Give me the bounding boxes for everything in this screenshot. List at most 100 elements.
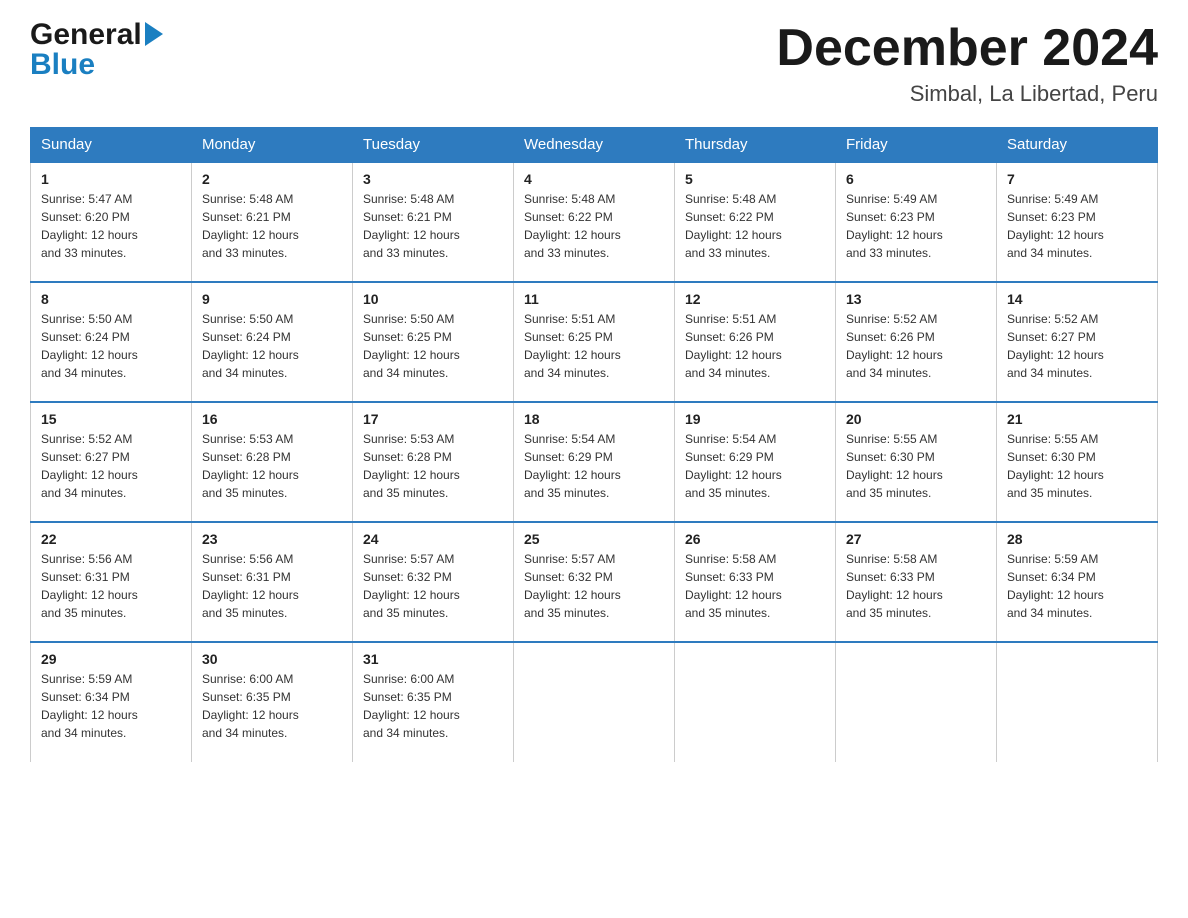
header-monday: Monday xyxy=(192,128,353,163)
day-info: Sunrise: 5:59 AM Sunset: 6:34 PM Dayligh… xyxy=(1007,550,1147,622)
calendar-day-cell: 28 Sunrise: 5:59 AM Sunset: 6:34 PM Dayl… xyxy=(997,522,1158,642)
header-sunday: Sunday xyxy=(31,128,192,163)
calendar-day-cell: 1 Sunrise: 5:47 AM Sunset: 6:20 PM Dayli… xyxy=(31,162,192,282)
day-number: 18 xyxy=(524,411,664,427)
day-info: Sunrise: 5:48 AM Sunset: 6:21 PM Dayligh… xyxy=(363,190,503,262)
calendar-day-cell: 2 Sunrise: 5:48 AM Sunset: 6:21 PM Dayli… xyxy=(192,162,353,282)
calendar-day-cell: 9 Sunrise: 5:50 AM Sunset: 6:24 PM Dayli… xyxy=(192,282,353,402)
header-tuesday: Tuesday xyxy=(353,128,514,163)
logo-triangle-icon xyxy=(145,22,163,46)
calendar-day-cell: 8 Sunrise: 5:50 AM Sunset: 6:24 PM Dayli… xyxy=(31,282,192,402)
calendar-day-cell: 20 Sunrise: 5:55 AM Sunset: 6:30 PM Dayl… xyxy=(836,402,997,522)
day-number: 16 xyxy=(202,411,342,427)
day-number: 23 xyxy=(202,531,342,547)
day-number: 28 xyxy=(1007,531,1147,547)
header-friday: Friday xyxy=(836,128,997,163)
title-block: December 2024 Simbal, La Libertad, Peru xyxy=(776,20,1158,107)
calendar-day-cell: 3 Sunrise: 5:48 AM Sunset: 6:21 PM Dayli… xyxy=(353,162,514,282)
day-number: 31 xyxy=(363,651,503,667)
day-info: Sunrise: 5:50 AM Sunset: 6:24 PM Dayligh… xyxy=(202,310,342,382)
day-number: 25 xyxy=(524,531,664,547)
day-info: Sunrise: 5:47 AM Sunset: 6:20 PM Dayligh… xyxy=(41,190,181,262)
day-number: 2 xyxy=(202,171,342,187)
day-info: Sunrise: 6:00 AM Sunset: 6:35 PM Dayligh… xyxy=(363,670,503,742)
day-info: Sunrise: 5:53 AM Sunset: 6:28 PM Dayligh… xyxy=(202,430,342,502)
logo-general-text: General xyxy=(30,20,142,50)
day-info: Sunrise: 5:55 AM Sunset: 6:30 PM Dayligh… xyxy=(846,430,986,502)
calendar-day-cell: 11 Sunrise: 5:51 AM Sunset: 6:25 PM Dayl… xyxy=(514,282,675,402)
day-number: 5 xyxy=(685,171,825,187)
day-number: 19 xyxy=(685,411,825,427)
calendar-day-cell: 14 Sunrise: 5:52 AM Sunset: 6:27 PM Dayl… xyxy=(997,282,1158,402)
day-number: 6 xyxy=(846,171,986,187)
day-info: Sunrise: 5:57 AM Sunset: 6:32 PM Dayligh… xyxy=(524,550,664,622)
calendar-day-cell: 19 Sunrise: 5:54 AM Sunset: 6:29 PM Dayl… xyxy=(675,402,836,522)
calendar-day-cell xyxy=(675,642,836,762)
day-number: 15 xyxy=(41,411,181,427)
day-number: 10 xyxy=(363,291,503,307)
calendar-day-cell: 29 Sunrise: 5:59 AM Sunset: 6:34 PM Dayl… xyxy=(31,642,192,762)
calendar-day-cell: 26 Sunrise: 5:58 AM Sunset: 6:33 PM Dayl… xyxy=(675,522,836,642)
day-number: 7 xyxy=(1007,171,1147,187)
day-info: Sunrise: 5:48 AM Sunset: 6:22 PM Dayligh… xyxy=(524,190,664,262)
calendar-day-cell: 10 Sunrise: 5:50 AM Sunset: 6:25 PM Dayl… xyxy=(353,282,514,402)
calendar-week-row: 22 Sunrise: 5:56 AM Sunset: 6:31 PM Dayl… xyxy=(31,522,1158,642)
day-number: 12 xyxy=(685,291,825,307)
day-info: Sunrise: 5:48 AM Sunset: 6:21 PM Dayligh… xyxy=(202,190,342,262)
day-info: Sunrise: 5:52 AM Sunset: 6:26 PM Dayligh… xyxy=(846,310,986,382)
calendar-table: Sunday Monday Tuesday Wednesday Thursday… xyxy=(30,127,1158,762)
day-info: Sunrise: 5:52 AM Sunset: 6:27 PM Dayligh… xyxy=(1007,310,1147,382)
day-info: Sunrise: 5:49 AM Sunset: 6:23 PM Dayligh… xyxy=(1007,190,1147,262)
day-number: 27 xyxy=(846,531,986,547)
day-info: Sunrise: 5:56 AM Sunset: 6:31 PM Dayligh… xyxy=(202,550,342,622)
day-info: Sunrise: 5:54 AM Sunset: 6:29 PM Dayligh… xyxy=(524,430,664,502)
calendar-day-cell: 5 Sunrise: 5:48 AM Sunset: 6:22 PM Dayli… xyxy=(675,162,836,282)
day-info: Sunrise: 5:58 AM Sunset: 6:33 PM Dayligh… xyxy=(685,550,825,622)
day-number: 8 xyxy=(41,291,181,307)
day-number: 9 xyxy=(202,291,342,307)
day-number: 4 xyxy=(524,171,664,187)
day-info: Sunrise: 5:51 AM Sunset: 6:26 PM Dayligh… xyxy=(685,310,825,382)
page-header: General Blue December 2024 Simbal, La Li… xyxy=(30,20,1158,107)
day-info: Sunrise: 5:59 AM Sunset: 6:34 PM Dayligh… xyxy=(41,670,181,742)
calendar-day-cell: 4 Sunrise: 5:48 AM Sunset: 6:22 PM Dayli… xyxy=(514,162,675,282)
calendar-day-cell: 13 Sunrise: 5:52 AM Sunset: 6:26 PM Dayl… xyxy=(836,282,997,402)
calendar-day-cell xyxy=(997,642,1158,762)
day-info: Sunrise: 5:49 AM Sunset: 6:23 PM Dayligh… xyxy=(846,190,986,262)
day-number: 22 xyxy=(41,531,181,547)
header-saturday: Saturday xyxy=(997,128,1158,163)
calendar-week-row: 8 Sunrise: 5:50 AM Sunset: 6:24 PM Dayli… xyxy=(31,282,1158,402)
calendar-day-cell: 15 Sunrise: 5:52 AM Sunset: 6:27 PM Dayl… xyxy=(31,402,192,522)
calendar-day-cell: 31 Sunrise: 6:00 AM Sunset: 6:35 PM Dayl… xyxy=(353,642,514,762)
calendar-week-row: 29 Sunrise: 5:59 AM Sunset: 6:34 PM Dayl… xyxy=(31,642,1158,762)
day-info: Sunrise: 5:54 AM Sunset: 6:29 PM Dayligh… xyxy=(685,430,825,502)
day-info: Sunrise: 5:52 AM Sunset: 6:27 PM Dayligh… xyxy=(41,430,181,502)
day-number: 14 xyxy=(1007,291,1147,307)
calendar-day-cell: 18 Sunrise: 5:54 AM Sunset: 6:29 PM Dayl… xyxy=(514,402,675,522)
logo-blue-text: Blue xyxy=(30,50,163,80)
calendar-day-cell: 16 Sunrise: 5:53 AM Sunset: 6:28 PM Dayl… xyxy=(192,402,353,522)
day-info: Sunrise: 5:50 AM Sunset: 6:25 PM Dayligh… xyxy=(363,310,503,382)
calendar-day-cell xyxy=(836,642,997,762)
calendar-day-cell: 21 Sunrise: 5:55 AM Sunset: 6:30 PM Dayl… xyxy=(997,402,1158,522)
month-title: December 2024 xyxy=(776,20,1158,77)
calendar-day-cell: 27 Sunrise: 5:58 AM Sunset: 6:33 PM Dayl… xyxy=(836,522,997,642)
day-number: 26 xyxy=(685,531,825,547)
calendar-body: 1 Sunrise: 5:47 AM Sunset: 6:20 PM Dayli… xyxy=(31,162,1158,762)
day-number: 20 xyxy=(846,411,986,427)
day-number: 11 xyxy=(524,291,664,307)
calendar-week-row: 1 Sunrise: 5:47 AM Sunset: 6:20 PM Dayli… xyxy=(31,162,1158,282)
calendar-day-cell: 23 Sunrise: 5:56 AM Sunset: 6:31 PM Dayl… xyxy=(192,522,353,642)
calendar-day-cell: 7 Sunrise: 5:49 AM Sunset: 6:23 PM Dayli… xyxy=(997,162,1158,282)
day-info: Sunrise: 5:48 AM Sunset: 6:22 PM Dayligh… xyxy=(685,190,825,262)
day-number: 29 xyxy=(41,651,181,667)
calendar-week-row: 15 Sunrise: 5:52 AM Sunset: 6:27 PM Dayl… xyxy=(31,402,1158,522)
day-number: 21 xyxy=(1007,411,1147,427)
day-info: Sunrise: 5:53 AM Sunset: 6:28 PM Dayligh… xyxy=(363,430,503,502)
calendar-day-cell: 22 Sunrise: 5:56 AM Sunset: 6:31 PM Dayl… xyxy=(31,522,192,642)
day-number: 3 xyxy=(363,171,503,187)
day-info: Sunrise: 5:58 AM Sunset: 6:33 PM Dayligh… xyxy=(846,550,986,622)
day-info: Sunrise: 5:55 AM Sunset: 6:30 PM Dayligh… xyxy=(1007,430,1147,502)
day-number: 1 xyxy=(41,171,181,187)
calendar-header-row: Sunday Monday Tuesday Wednesday Thursday… xyxy=(31,128,1158,163)
